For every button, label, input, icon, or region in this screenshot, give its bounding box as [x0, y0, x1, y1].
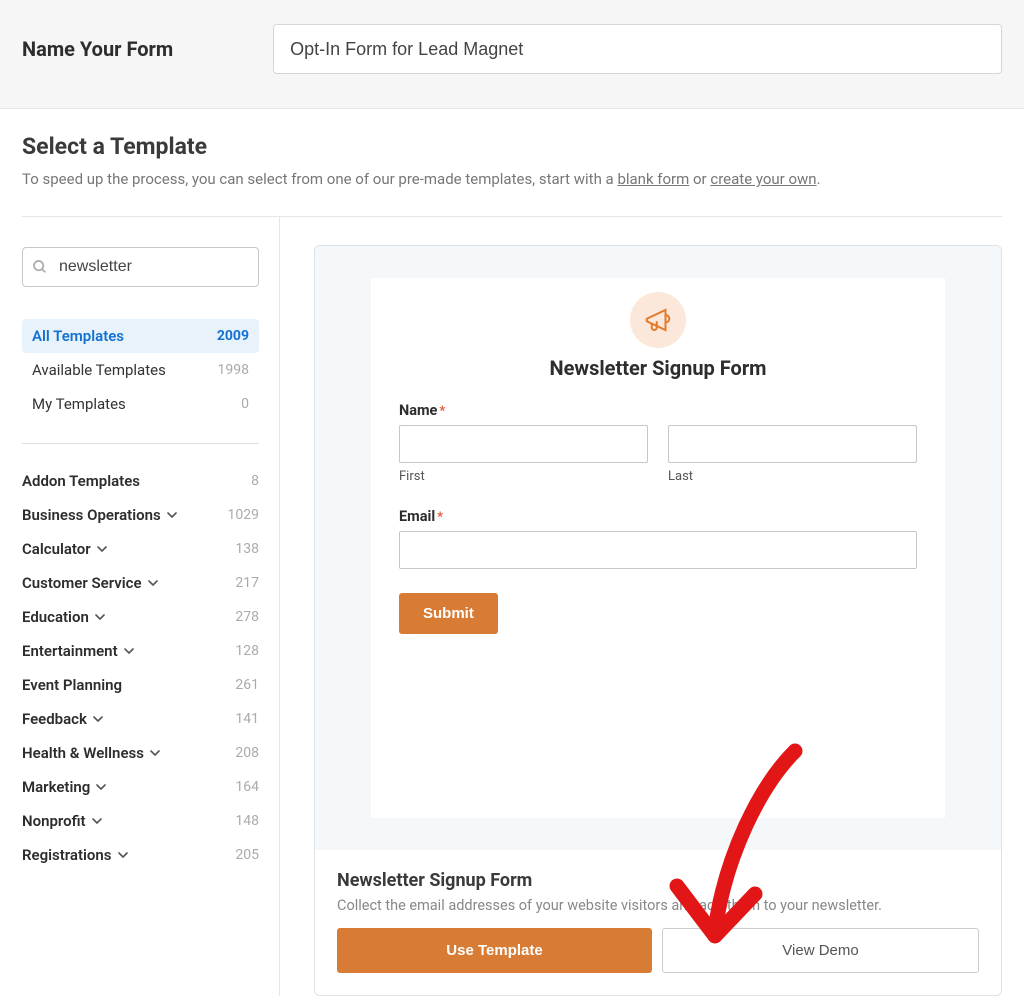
footer-title: Newsletter Signup Form	[337, 870, 979, 891]
category-count: 138	[235, 541, 259, 557]
card-footer: Newsletter Signup Form Collect the email…	[315, 850, 1001, 995]
chevron-down-icon	[167, 510, 177, 520]
filter-item[interactable]: Available Templates 1998	[22, 353, 259, 387]
last-name-input[interactable]	[668, 425, 917, 463]
chevron-down-icon	[93, 714, 103, 724]
use-template-button[interactable]: Use Template	[337, 928, 652, 973]
category-item[interactable]: Entertainment 128	[22, 634, 259, 668]
category-item[interactable]: Event Planning 261	[22, 668, 259, 702]
filter-count: 2009	[217, 328, 249, 344]
category-label: Calculator	[22, 540, 91, 558]
subtext-pre: To speed up the process, you can select …	[22, 170, 617, 188]
filter-count: 0	[241, 396, 249, 412]
category-count: 1029	[228, 507, 259, 523]
category-item[interactable]: Addon Templates 8	[22, 464, 259, 498]
filter-count: 1998	[218, 362, 249, 378]
category-count: 164	[235, 779, 259, 795]
submit-button[interactable]: Submit	[399, 593, 498, 634]
main-area: Newsletter Signup Form Name* First Last	[280, 217, 1002, 996]
form-preview-title: Newsletter Signup Form	[399, 356, 917, 380]
category-item[interactable]: Education 278	[22, 600, 259, 634]
category-item[interactable]: Health & Wellness 208	[22, 736, 259, 770]
chevron-down-icon	[118, 850, 128, 860]
chevron-down-icon	[148, 578, 158, 588]
sidebar: All Templates 2009 Available Templates 1998…	[22, 217, 280, 996]
email-field-label: Email*	[399, 508, 917, 525]
template-preview-card: Newsletter Signup Form Name* First Last	[314, 245, 1002, 996]
section-subtext: To speed up the process, you can select …	[22, 170, 1002, 188]
search-wrap	[22, 247, 259, 287]
category-count: 148	[235, 813, 259, 829]
footer-description: Collect the email addresses of your webs…	[337, 897, 979, 914]
filter-label: My Templates	[32, 395, 126, 413]
filter-label: Available Templates	[32, 361, 166, 379]
category-count: 205	[235, 847, 259, 863]
filter-label: All Templates	[32, 327, 124, 345]
category-label: Education	[22, 608, 89, 626]
name-field-label: Name*	[399, 402, 917, 419]
category-label: Health & Wellness	[22, 744, 144, 762]
category-count: 128	[235, 643, 259, 659]
category-item[interactable]: Feedback 141	[22, 702, 259, 736]
required-asterisk: *	[439, 404, 445, 419]
category-count: 208	[235, 745, 259, 761]
filter-item[interactable]: My Templates 0	[22, 387, 259, 421]
category-item[interactable]: Marketing 164	[22, 770, 259, 804]
form-icon-wrap	[399, 292, 917, 348]
chevron-down-icon	[95, 612, 105, 622]
template-categories: Addon Templates 8 Business Operations 1029 C…	[22, 464, 259, 872]
category-label: Entertainment	[22, 642, 118, 660]
category-count: 141	[235, 711, 259, 727]
category-count: 261	[235, 677, 259, 693]
required-asterisk: *	[437, 510, 443, 525]
email-input[interactable]	[399, 531, 917, 569]
category-item[interactable]: Calculator 138	[22, 532, 259, 566]
blank-form-link[interactable]: blank form	[617, 170, 689, 188]
category-label: Feedback	[22, 710, 87, 728]
category-item[interactable]: Business Operations 1029	[22, 498, 259, 532]
view-demo-button[interactable]: View Demo	[662, 928, 979, 973]
category-label: Nonprofit	[22, 812, 86, 830]
section-title: Select a Template	[22, 133, 1002, 160]
category-label: Business Operations	[22, 506, 161, 524]
chevron-down-icon	[96, 782, 106, 792]
category-item[interactable]: Registrations 205	[22, 838, 259, 872]
category-count: 217	[235, 575, 259, 591]
megaphone-icon	[630, 292, 686, 348]
category-label: Event Planning	[22, 676, 122, 694]
sidebar-divider	[22, 443, 259, 444]
create-own-link[interactable]: create your own	[710, 170, 816, 188]
template-section: Select a Template To speed up the proces…	[0, 109, 1024, 188]
form-name-input[interactable]	[273, 24, 1002, 74]
template-search-input[interactable]	[22, 247, 259, 287]
last-sub-label: Last	[668, 469, 917, 484]
form-preview: Newsletter Signup Form Name* First Last	[371, 278, 945, 818]
subtext-mid: or	[689, 170, 710, 188]
category-count: 8	[251, 473, 259, 489]
category-label: Registrations	[22, 846, 112, 864]
subtext-end: .	[817, 170, 821, 188]
chevron-down-icon	[124, 646, 134, 656]
category-item[interactable]: Customer Service 217	[22, 566, 259, 600]
search-icon	[32, 259, 48, 275]
first-sub-label: First	[399, 469, 648, 484]
category-label: Marketing	[22, 778, 90, 796]
chevron-down-icon	[97, 544, 107, 554]
chevron-down-icon	[92, 816, 102, 826]
filter-item[interactable]: All Templates 2009	[22, 319, 259, 353]
category-count: 278	[235, 609, 259, 625]
preview-canvas: Newsletter Signup Form Name* First Last	[315, 246, 1001, 850]
first-name-input[interactable]	[399, 425, 648, 463]
category-label: Customer Service	[22, 574, 142, 592]
category-item[interactable]: Nonprofit 148	[22, 804, 259, 838]
header-bar: Name Your Form	[0, 0, 1024, 109]
name-form-label: Name Your Form	[22, 37, 173, 61]
chevron-down-icon	[150, 748, 160, 758]
category-label: Addon Templates	[22, 472, 140, 490]
template-filters: All Templates 2009 Available Templates 1998…	[22, 319, 259, 421]
